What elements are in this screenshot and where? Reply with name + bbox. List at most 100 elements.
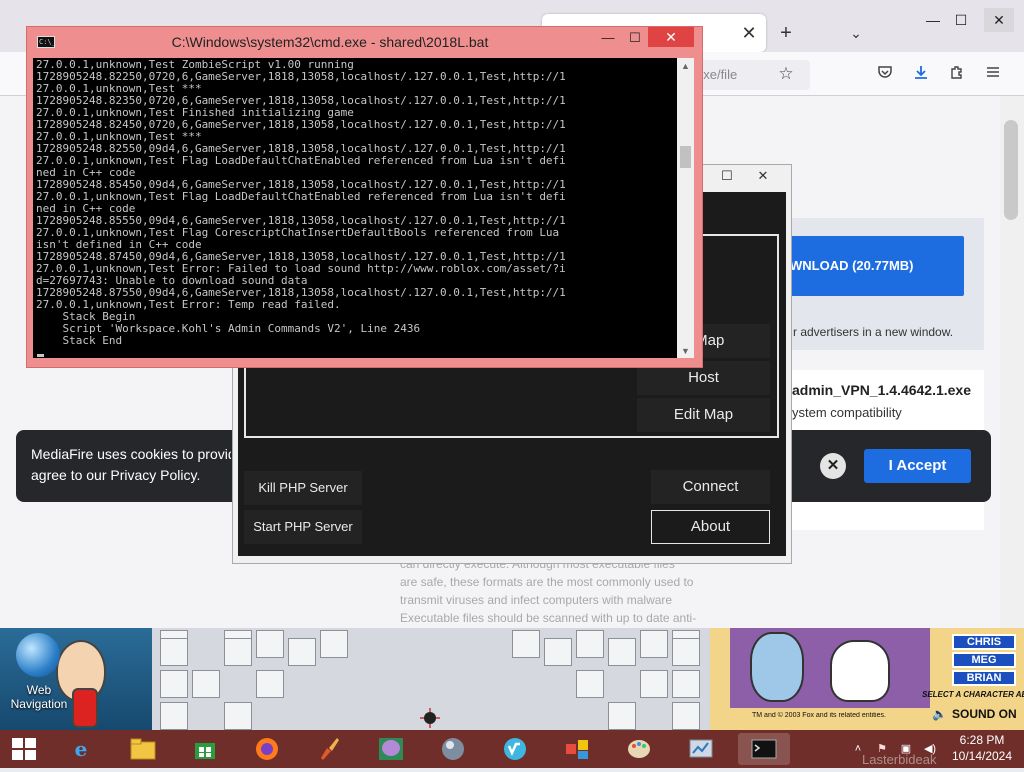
select-character-text: SELECT A CHARACTER ABOVE <box>922 690 1024 699</box>
mine-tile[interactable] <box>672 670 700 698</box>
mine-tile[interactable] <box>608 638 636 666</box>
warning-line: are safe, these formats are the most com… <box>400 575 694 589</box>
mine-tile[interactable] <box>224 638 252 666</box>
scroll-down-icon[interactable]: ▼ <box>677 345 694 357</box>
control-panel-icon[interactable] <box>684 733 718 765</box>
mine-icon <box>416 704 444 732</box>
scroll-up-icon[interactable]: ▲ <box>677 60 694 72</box>
connect-button[interactable]: Connect <box>651 470 770 504</box>
character-brian-button[interactable]: BRIAN <box>952 670 1016 686</box>
mine-tile[interactable] <box>160 702 188 730</box>
download-button[interactable]: WNLOAD (20.77MB) <box>790 236 964 296</box>
console-line: d=27697743: Unable to download sound dat… <box>36 275 308 287</box>
start-php-server-button[interactable]: Start PHP Server <box>244 510 362 544</box>
console-line: 1728905248.82450,0720,6,GameServer,1818,… <box>36 119 566 131</box>
advertisers-note: r advertisers in a new window. <box>793 325 954 339</box>
tab-list-button[interactable]: ⌄ <box>846 22 866 44</box>
web-navigation-icon[interactable] <box>16 633 60 677</box>
brian-dog-image <box>830 640 890 702</box>
console-line: 27.0.0.1,unknown,Test Flag LoadDefaultCh… <box>36 191 566 203</box>
cmd-maximize-button[interactable]: ☐ <box>621 28 649 48</box>
mine-tile[interactable] <box>672 702 700 730</box>
mine-tile[interactable] <box>512 630 540 658</box>
vimeo-icon[interactable] <box>498 733 532 765</box>
cmd-taskbar-icon[interactable] <box>738 733 790 765</box>
edit-map-button[interactable]: Edit Map <box>637 398 770 432</box>
sound-on-text[interactable]: SOUND ON <box>952 707 1024 723</box>
mine-tile[interactable] <box>160 638 188 666</box>
mine-tile[interactable] <box>576 630 604 658</box>
console-line: Script 'Workspace.Kohl's Admin Commands … <box>36 323 421 335</box>
file-compat-text: ystem compatibility <box>792 405 902 420</box>
file-explorer-icon[interactable] <box>126 733 160 765</box>
web-navigation-label[interactable]: Web Navigation <box>8 683 70 713</box>
console-scroll-thumb[interactable] <box>680 146 691 168</box>
console-scrollbar[interactable] <box>677 58 694 358</box>
store-icon[interactable] <box>188 733 222 765</box>
console-line: 27.0.0.1,unknown,Test Flag CorescriptCha… <box>36 227 560 239</box>
menu-icon[interactable] <box>982 64 1004 86</box>
mine-tile[interactable] <box>256 670 284 698</box>
mine-tile[interactable] <box>640 630 668 658</box>
console-line: 1728905248.87550,09d4,6,GameServer,1818,… <box>36 287 566 299</box>
new-tab-button[interactable]: + <box>776 22 796 44</box>
character-meg-button[interactable]: MEG <box>952 652 1016 668</box>
minesweeper-board <box>152 628 710 732</box>
cmd-minimize-button[interactable]: — <box>594 28 622 48</box>
mine-tile[interactable] <box>320 630 348 658</box>
extensions-icon[interactable] <box>946 64 968 86</box>
mine-tile[interactable] <box>256 630 284 658</box>
console-line: 1728905248.82550,09d4,6,GameServer,1818,… <box>36 143 566 155</box>
privacy-policy-text[interactable]: agree to our Privacy Policy. <box>31 465 231 486</box>
cookie-text: MediaFire uses cookies to provide agree … <box>31 444 231 488</box>
start-button[interactable] <box>0 730 48 768</box>
paint-icon[interactable] <box>622 733 656 765</box>
paintbrush-app-icon[interactable] <box>312 733 346 765</box>
clock-time: 6:28 PM <box>959 733 1005 747</box>
cookie-close-icon[interactable]: ✕ <box>820 453 846 479</box>
mine-tile[interactable] <box>224 702 252 730</box>
firefox-icon[interactable] <box>250 733 284 765</box>
file-name: admin_VPN_1.4.4642.1.exe <box>792 382 972 398</box>
peter-image <box>750 632 804 702</box>
console-line: 27.0.0.1,unknown,Test Finished initializ… <box>36 107 354 119</box>
mine-tile[interactable] <box>160 670 188 698</box>
console-line: Stack End <box>36 335 123 347</box>
mine-tile[interactable] <box>288 638 316 666</box>
console-line: 1728905248.87450,09d4,6,GameServer,1818,… <box>36 251 566 263</box>
console-line: ned in C++ code <box>36 167 136 179</box>
cmd-close-button[interactable]: ✕ <box>648 27 694 47</box>
mine-tile[interactable] <box>544 638 572 666</box>
console-line: 1728905248.82350,0720,6,GameServer,1818,… <box>36 95 566 107</box>
sphere-app-icon[interactable] <box>436 733 470 765</box>
executable-warning-text: can directly execute. Although most exec… <box>400 555 730 627</box>
office-app-icon[interactable] <box>560 733 594 765</box>
console-line: 27.0.0.1,unknown,Test *** <box>36 83 202 95</box>
mine-tile[interactable] <box>640 670 668 698</box>
pocket-icon[interactable] <box>874 64 896 86</box>
launcher-maximize-button[interactable]: ☐ <box>712 166 742 186</box>
internet-explorer-icon[interactable]: e <box>64 733 98 765</box>
console-line: 27.0.0.1,unknown,Test Flag LoadDefaultCh… <box>36 155 566 167</box>
browser-maximize-button[interactable]: ☐ <box>946 8 976 32</box>
mine-tile[interactable] <box>672 638 700 666</box>
console-output[interactable]: 27.0.0.1,unknown,Test ZombieScript v1.00… <box>33 58 677 358</box>
about-button[interactable]: About <box>651 510 770 544</box>
browser-minimize-button[interactable]: — <box>918 8 948 32</box>
browser-close-button[interactable]: ✕ <box>984 8 1014 32</box>
page-scrollbar-thumb[interactable] <box>1004 120 1018 220</box>
character-chris-button[interactable]: CHRIS <box>952 634 1016 650</box>
launcher-close-button[interactable]: ✕ <box>748 166 778 186</box>
accept-cookies-button[interactable]: I Accept <box>864 449 971 483</box>
bookmark-star-icon[interactable]: ☆ <box>776 64 796 84</box>
tab-close-icon[interactable]: ✕ <box>740 22 758 44</box>
mine-tile[interactable] <box>608 702 636 730</box>
speaker-icon[interactable]: 🔈 <box>932 707 947 721</box>
character-app-icon[interactable] <box>374 733 408 765</box>
mine-tile[interactable] <box>576 670 604 698</box>
kill-php-server-button[interactable]: Kill PHP Server <box>244 471 362 505</box>
console-cursor <box>37 354 44 357</box>
console-line: 27.0.0.1,unknown,Test *** <box>36 131 202 143</box>
mine-tile[interactable] <box>192 670 220 698</box>
downloads-icon[interactable] <box>910 64 932 86</box>
